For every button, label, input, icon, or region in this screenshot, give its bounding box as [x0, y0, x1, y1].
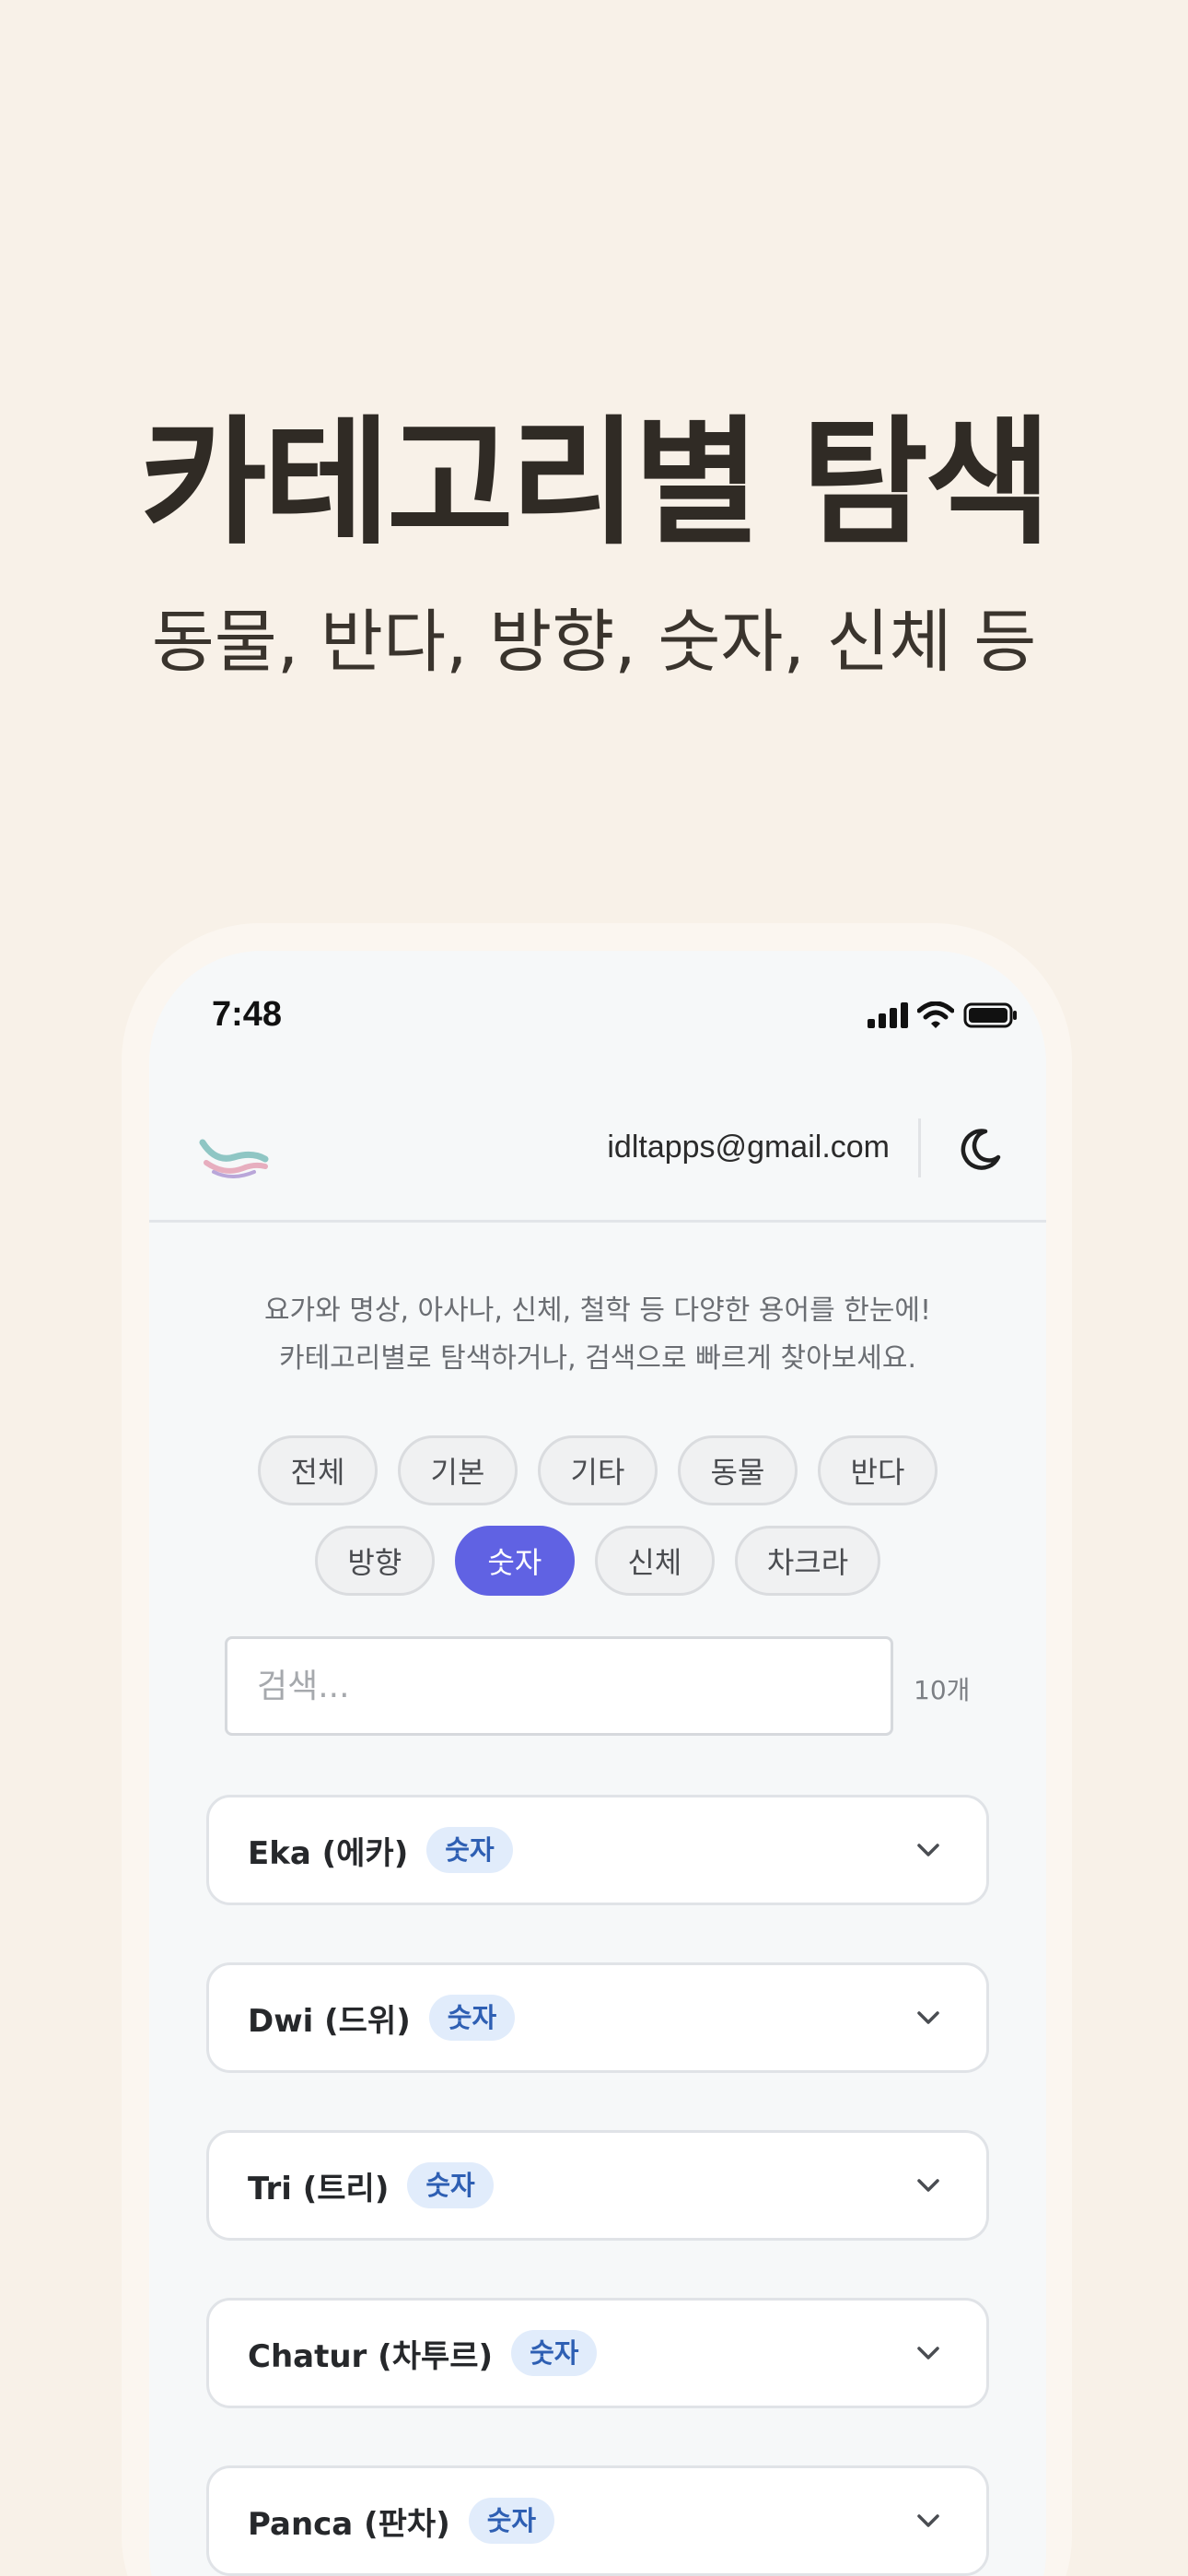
chip-number[interactable]: 숫자: [454, 1526, 575, 1596]
term-row: Chatur (차투르) 숫자: [248, 2301, 598, 2406]
category-badge: 숫자: [407, 2162, 494, 2208]
term-name: Panca (판차): [248, 2505, 450, 2543]
hero-subtitle: 동물, 반다, 방향, 숫자, 신체 등: [151, 603, 1037, 682]
chip-direction[interactable]: 방향: [314, 1526, 435, 1596]
category-badge: 숫자: [511, 2330, 598, 2376]
chevron-down-icon[interactable]: [913, 2337, 944, 2369]
chip-animal[interactable]: 동물: [678, 1435, 798, 1505]
term-row: Tri (트리) 숫자: [248, 2133, 494, 2238]
term-name: Dwi (드위): [248, 2002, 411, 2040]
term-name: Eka (에카): [248, 1834, 409, 1872]
chip-bandha[interactable]: 반다: [818, 1435, 938, 1505]
chevron-down-icon[interactable]: [913, 2002, 944, 2033]
term-name: Chatur (차투르): [248, 2337, 494, 2375]
wave-logo-icon[interactable]: [197, 1126, 271, 1181]
status-bar: 7:48: [149, 951, 1046, 1052]
chevron-down-icon[interactable]: [913, 2505, 944, 2536]
term-card[interactable]: Tri (트리) 숫자: [206, 2130, 989, 2241]
term-row: Panca (판차) 숫자: [248, 2468, 555, 2573]
header-divider: [918, 1118, 921, 1177]
term-name: Tri (트리): [248, 2170, 390, 2207]
category-chips-row-2: 방향 숫자 신체 차크라: [149, 1526, 1046, 1596]
term-card[interactable]: Dwi (드위) 숫자: [206, 1962, 989, 2073]
intro-text: 요가와 명상, 아사나, 신체, 철학 등 다양한 용어를 한눈에! 카테고리별…: [149, 1287, 1046, 1383]
battery-icon: [963, 1002, 1017, 1028]
phone-screen: 7:48 idltapps@gmail.com 요가와 명상, 아사나, 신체,…: [149, 951, 1046, 2576]
search-input[interactable]: [225, 1636, 893, 1736]
intro-line-1: 요가와 명상, 아사나, 신체, 철학 등 다양한 용어를 한눈에!: [263, 1294, 932, 1327]
wifi-icon: [917, 1001, 954, 1028]
chip-other[interactable]: 기타: [538, 1435, 658, 1505]
category-badge: 숫자: [468, 2498, 555, 2544]
category-chips-row-1: 전체 기본 기타 동물 반다: [149, 1435, 1046, 1505]
term-card[interactable]: Panca (판차) 숫자: [206, 2465, 989, 2576]
chip-basic[interactable]: 기본: [398, 1435, 518, 1505]
signal-icon: [868, 1002, 908, 1028]
category-badge: 숫자: [428, 1995, 516, 2041]
chevron-down-icon[interactable]: [913, 1834, 944, 1866]
result-count: 10개: [914, 1675, 971, 1705]
chip-body[interactable]: 신체: [594, 1526, 715, 1596]
chevron-down-icon[interactable]: [913, 2170, 944, 2201]
status-time: 7:48: [212, 995, 283, 1034]
term-card[interactable]: Chatur (차투르) 숫자: [206, 2298, 989, 2408]
chip-all[interactable]: 전체: [258, 1435, 378, 1505]
status-icons: [868, 997, 1019, 1034]
app-header: idltapps@gmail.com: [149, 1089, 1046, 1223]
term-row: Eka (에카) 숫자: [248, 1797, 513, 1903]
category-badge: 숫자: [426, 1827, 513, 1873]
term-card[interactable]: Eka (에카) 숫자: [206, 1795, 989, 1905]
user-email[interactable]: idltapps@gmail.com: [607, 1130, 890, 1165]
intro-line-2: 카테고리별로 탐색하거나, 검색으로 빠르게 찾아보세요.: [278, 1342, 917, 1375]
hero-title: 카테고리별 탐색: [139, 404, 1052, 564]
chip-chakra[interactable]: 차크라: [734, 1526, 881, 1596]
term-row: Dwi (드위) 숫자: [248, 1965, 516, 2070]
moon-icon[interactable]: [954, 1124, 1006, 1176]
